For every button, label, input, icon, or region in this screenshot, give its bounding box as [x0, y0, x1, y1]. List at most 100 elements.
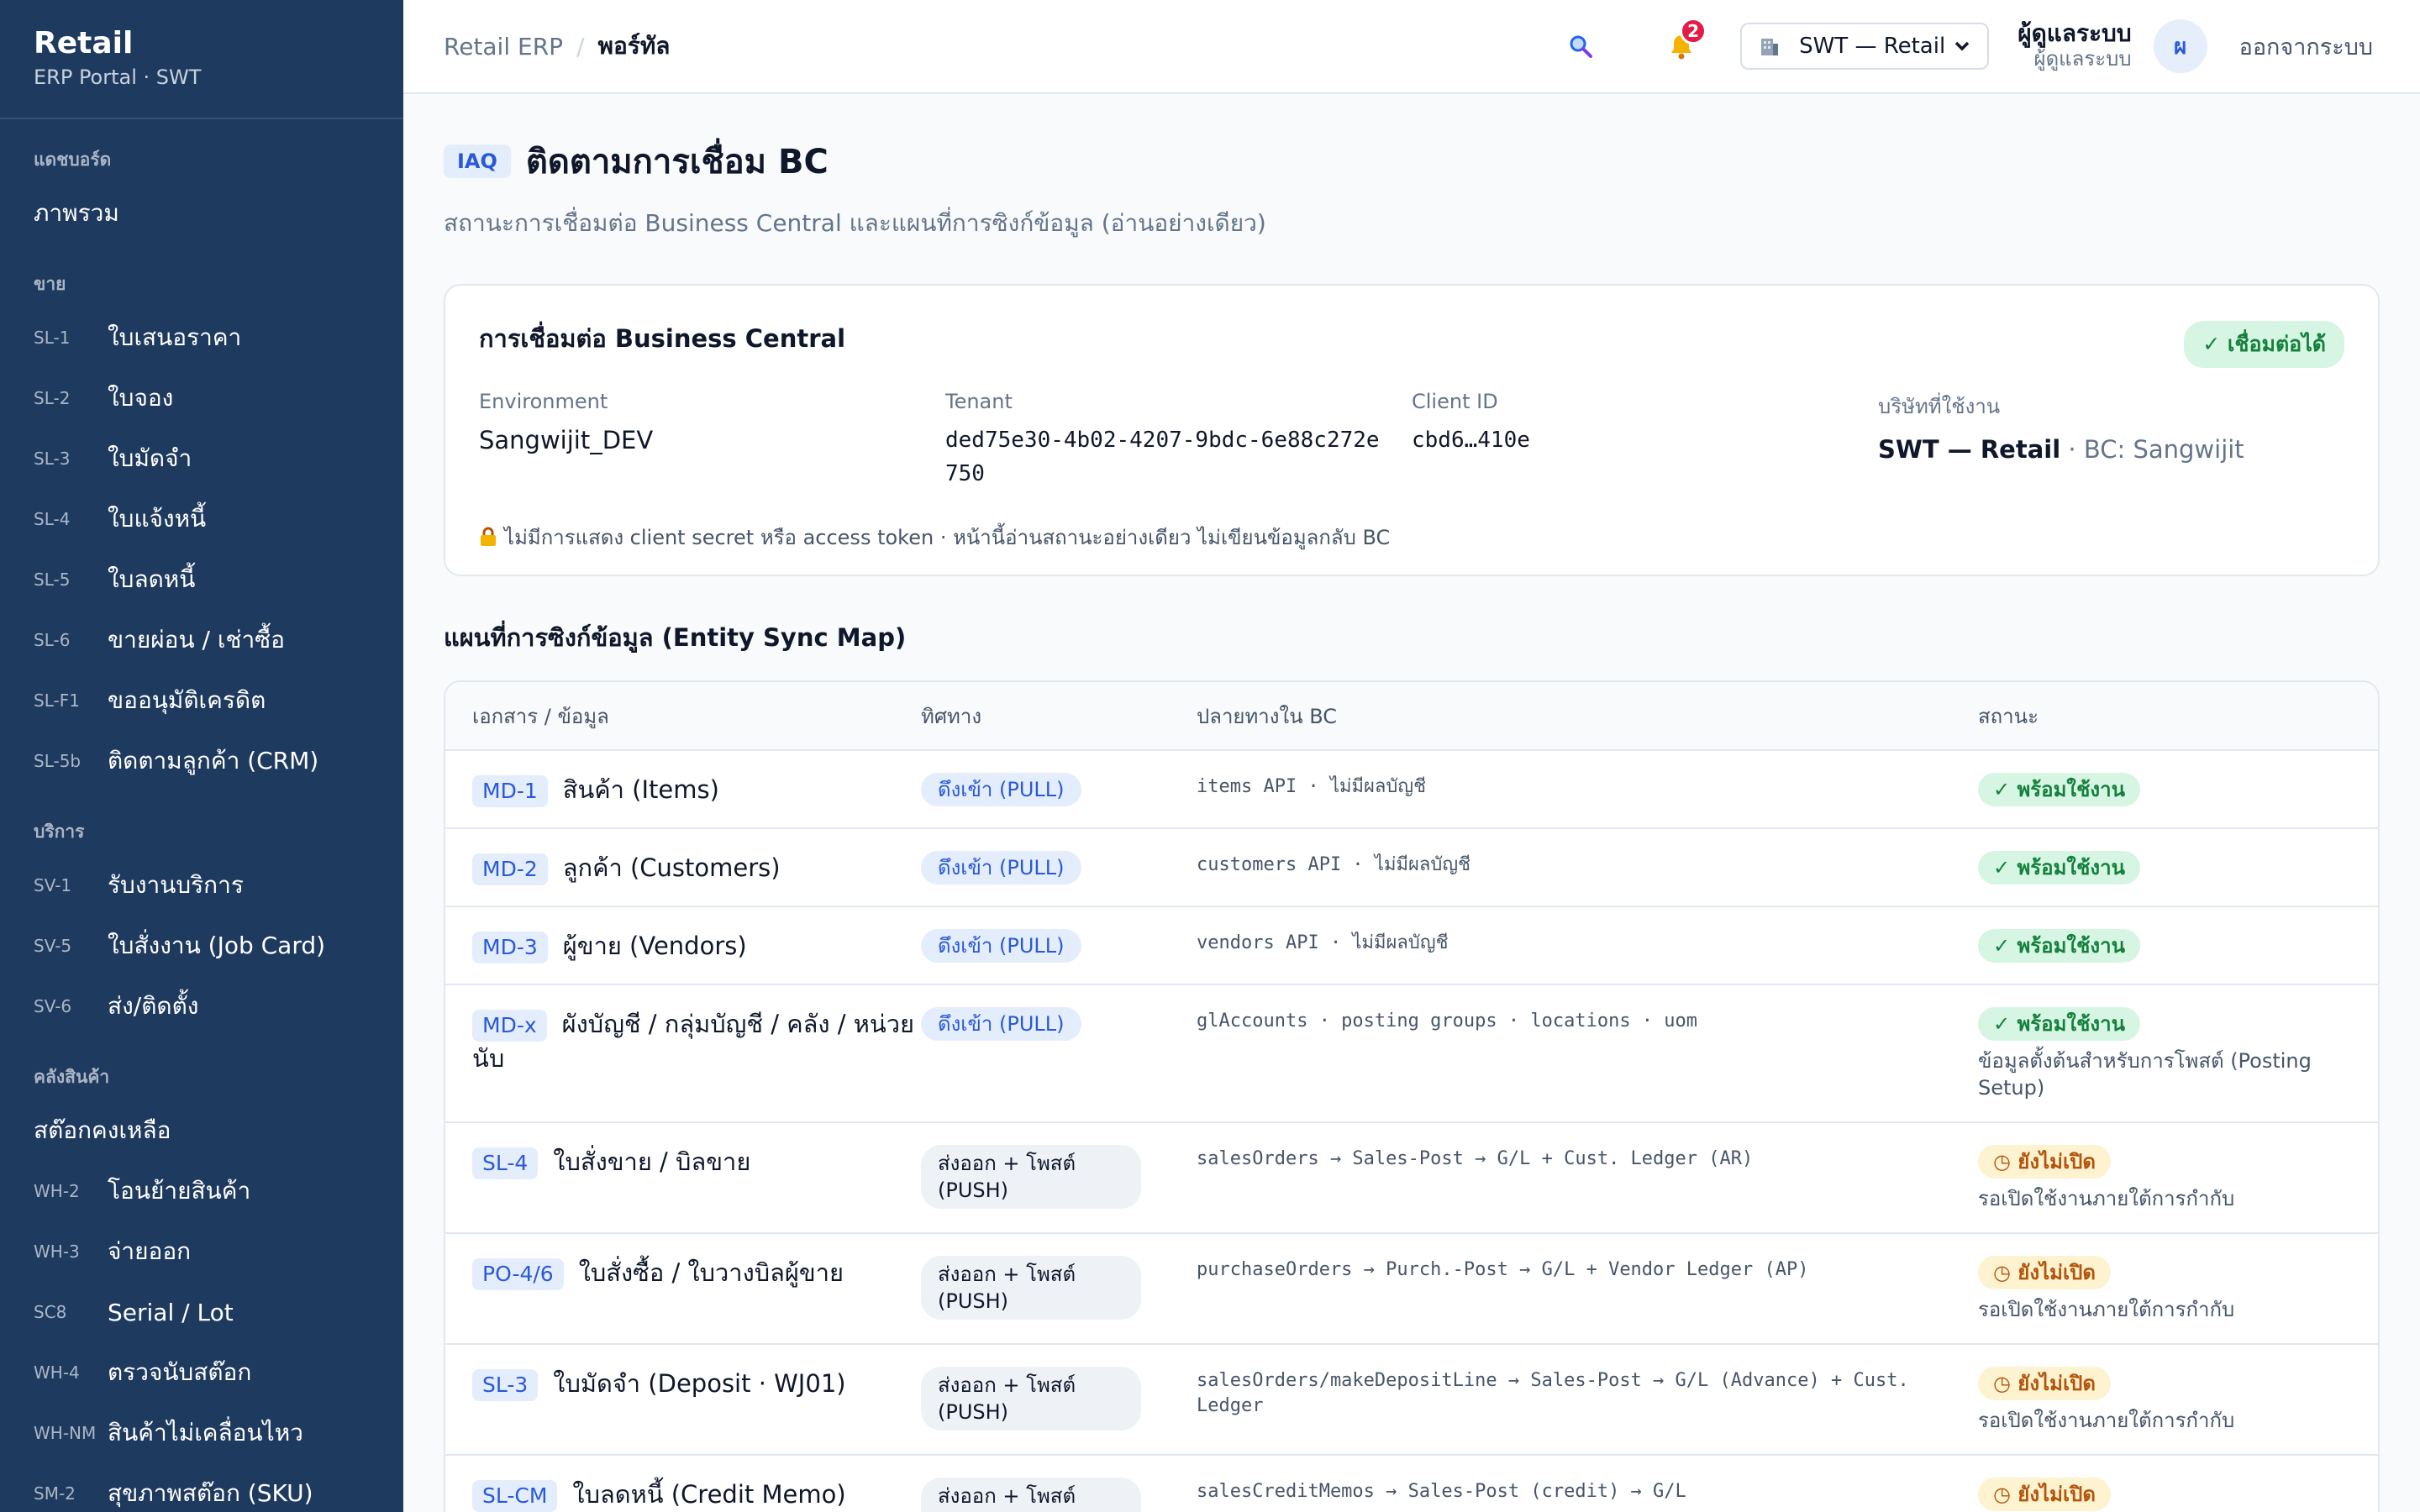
brand: Retail ERP Portal · SWT	[0, 0, 403, 119]
sidebar-item[interactable]: SL-5 ใบลดหนี้	[0, 549, 403, 610]
brand-subtitle: ERP Portal · SWT	[34, 66, 202, 89]
sidebar-item-code: SL-6	[34, 630, 71, 650]
connection-card: การเชื่อมต่อ Business Central ✓ เชื่อมต่…	[444, 284, 2380, 576]
breadcrumb-separator: /	[576, 32, 585, 60]
avatar[interactable]: ผ	[2153, 19, 2207, 73]
sidebar-item[interactable]: SL-6 ขายผ่อน / เช่าซื้อ	[0, 610, 403, 670]
sidebar-item[interactable]: SV-1 รับงานบริการ	[0, 855, 403, 916]
breadcrumb-current: พอร์ทัล	[597, 32, 671, 60]
sidebar-item[interactable]: สต๊อกคงเหลือ	[0, 1100, 403, 1161]
client-id-value: cbd6…410e	[1412, 428, 1530, 453]
connection-status-badge: ✓ เชื่อมต่อได้	[2184, 321, 2344, 368]
row-direction-cell: ดึงเข้า (PULL)	[921, 773, 1197, 807]
sidebar-item-code: WH-2	[34, 1181, 80, 1201]
row-direction: ดึงเข้า (PULL)	[921, 929, 1081, 963]
sidebar-item-label: Serial / Lot	[108, 1298, 234, 1326]
notification-badge: 2	[1680, 18, 1707, 45]
row-target: glAccounts · posting groups · locations …	[1197, 1011, 1698, 1032]
sidebar-item-label: ใบจอง	[108, 384, 174, 412]
row-target: items API · ไม่มีผลบัญชี	[1197, 776, 1427, 797]
row-document: MD-3 ผู้ขาย (Vendors)	[445, 929, 921, 963]
row-code: MD-2	[472, 853, 548, 885]
row-document: PO-4/6 ใบสั่งซื้อ / ใบวางบิลผู้ขาย	[445, 1256, 921, 1323]
sidebar-item[interactable]: WH-NM สินค้าไม่เคลื่อนไหว	[0, 1403, 403, 1463]
sidebar-item[interactable]: WH-4 ตรวจนับสต๊อก	[0, 1342, 403, 1403]
table-row: PO-4/6 ใบสั่งซื้อ / ใบวางบิลผู้ขาย ส่งออก …	[445, 1234, 2378, 1345]
sidebar-item-label: ภาพรวม	[34, 199, 119, 227]
row-status-badge: ◷ ยังไม่เปิด	[1978, 1256, 2111, 1289]
breadcrumb-root[interactable]: Retail ERP	[444, 33, 563, 60]
notifications-button[interactable]: 2	[1656, 18, 1707, 71]
sidebar-item-code: SL-3	[34, 449, 71, 469]
row-direction: ส่งออก + โพสต์ (PUSH)	[921, 1256, 1141, 1320]
row-document: MD-1 สินค้า (Items)	[445, 773, 921, 807]
row-status-badge: ✓ พร้อมใช้งาน	[1978, 929, 2141, 963]
row-direction-cell: ดึงเข้า (PULL)	[921, 851, 1197, 885]
sidebar-item-label: ใบมัดจำ	[108, 444, 192, 472]
row-direction: ดึงเข้า (PULL)	[921, 1007, 1081, 1041]
sidebar-item[interactable]: WH-3 จ่ายออก	[0, 1221, 403, 1282]
chevron-down-icon	[1954, 41, 1970, 51]
sidebar-item-code: SL-4	[34, 509, 71, 529]
sidebar-item[interactable]: SV-6 ส่ง/ติดตั้ง	[0, 976, 403, 1037]
nav-section: คลังสินค้า สต๊อกคงเหลือ WH-2 โอนย้ายสินค้า W…	[0, 1037, 403, 1512]
nav-section: ขาย SL-1 ใบเสนอราคา SL-2 ใบจอง SL-3 ใบมัดจำ SL-…	[0, 244, 403, 791]
company-select[interactable]: SWT — Retail	[1740, 23, 1990, 70]
sidebar-item-label: ขออนุมัติเครดิต	[108, 686, 266, 714]
row-name: สินค้า (Items)	[562, 775, 719, 804]
sidebar-item[interactable]: ภาพรวม	[0, 183, 403, 244]
tenant-value: ded75e30-4b02-4207-9bdc-6e88c272e 750	[945, 423, 1412, 491]
row-status-badge: ◷ ยังไม่เปิด	[1978, 1145, 2111, 1179]
user-role: ผู้ดูแลระบบ	[2033, 47, 2132, 71]
row-target: purchaseOrders → Purch.-Post → G/L + Ven…	[1197, 1259, 1809, 1280]
row-status-badge: ✓ พร้อมใช้งาน	[1978, 773, 2141, 806]
meta-tenant: Tenant ded75e30-4b02-4207-9bdc-6e88c272e…	[945, 390, 1412, 491]
row-name: ใบมัดจำ (Deposit · WJ01)	[553, 1369, 846, 1398]
sidebar-item[interactable]: SL-F1 ขออนุมัติเครดิต	[0, 670, 403, 731]
header-status: สถานะ	[1978, 704, 2039, 728]
row-direction: ส่งออก + โพสต์ (PUSH)	[921, 1478, 1141, 1512]
environment-label: Environment	[479, 390, 608, 413]
row-status-badge: ✓ พร้อมใช้งาน	[1978, 851, 2141, 885]
sidebar-item-code: SL-5b	[34, 751, 82, 771]
sidebar-item-label: ใบเสนอราคา	[108, 323, 242, 351]
sidebar-item[interactable]: SL-4 ใบแจ้งหนี้	[0, 489, 403, 549]
sidebar-item-label: ใบสั่งงาน (Job Card)	[108, 932, 326, 959]
sidebar-item[interactable]: WH-2 โอนย้ายสินค้า	[0, 1161, 403, 1221]
building-icon	[1761, 39, 1779, 55]
sidebar-item[interactable]: SL-5b ติดตามลูกค้า (CRM)	[0, 731, 403, 791]
row-name: ใบสั่งซื้อ / ใบวางบิลผู้ขาย	[578, 1258, 844, 1287]
tenant-value-line1: ded75e30-4b02-4207-9bdc-6e88c272e	[945, 428, 1380, 453]
sidebar: Retail ERP Portal · SWT แดชบอร์ด ภาพรวม ขา…	[0, 0, 403, 1512]
sidebar-item[interactable]: SM-2 สุขภาพสต๊อก (SKU)	[0, 1463, 403, 1512]
sidebar-item[interactable]: SV-5 ใบสั่งงาน (Job Card)	[0, 916, 403, 976]
sidebar-item[interactable]: SL-2 ใบจอง	[0, 368, 403, 428]
sidebar-nav: แดชบอร์ด ภาพรวม ขาย SL-1 ใบเสนอราคา SL-2 ใบจอง…	[0, 119, 403, 1512]
table-body: MD-1 สินค้า (Items) ดึงเข้า (PULL) items AP…	[445, 751, 2378, 1512]
page-tag: IAQ	[444, 144, 511, 178]
sidebar-item-label: ขายผ่อน / เช่าซื้อ	[108, 626, 285, 654]
row-target: salesOrders/makeDepositLine → Sales-Post…	[1197, 1370, 1909, 1416]
row-direction: ส่งออก + โพสต์ (PUSH)	[921, 1367, 1141, 1431]
sidebar-item-code: WH-4	[34, 1362, 80, 1383]
sidebar-item[interactable]: SL-3 ใบมัดจำ	[0, 428, 403, 489]
row-document: SL-CM ใบลดหนี้ (Credit Memo)	[445, 1478, 921, 1512]
row-direction: ดึงเข้า (PULL)	[921, 851, 1081, 885]
row-direction-cell: ดึงเข้า (PULL)	[921, 1007, 1197, 1101]
sidebar-item-label: ใบแจ้งหนี้	[108, 505, 207, 533]
sidebar-item-label: รับงานบริการ	[108, 871, 244, 899]
logout-button[interactable]: ออกจากระบบ	[2239, 29, 2373, 65]
meta-environment: Environment Sangwijit_DEV	[479, 390, 945, 491]
sidebar-item-label: จ่ายออก	[108, 1237, 192, 1265]
sidebar-item[interactable]: SC8 Serial / Lot	[0, 1282, 403, 1342]
sync-map-table: เอกสาร / ข้อมูล ทิศทาง ปลายทางใน BC สถาน…	[444, 680, 2380, 1512]
row-status-badge: ✓ พร้อมใช้งาน	[1978, 1007, 2141, 1041]
nav-heading: ขาย	[34, 274, 66, 294]
row-status-note: รอเปิดใช้งานภายใต้การกำกับ	[1978, 1298, 2235, 1321]
sync-map-title: แผนที่การซิงก์ข้อมูล (Entity Sync Map)	[444, 623, 907, 652]
table-row: MD-1 สินค้า (Items) ดึงเข้า (PULL) items AP…	[445, 751, 2378, 829]
sidebar-item[interactable]: SL-1 ใบเสนอราคา	[0, 307, 403, 368]
table-row: MD-x ผังบัญชี / กลุ่มบัญชี / คลัง / หน่วย…	[445, 985, 2378, 1123]
search-button[interactable]	[1555, 21, 1606, 71]
row-direction: ดึงเข้า (PULL)	[921, 773, 1081, 806]
